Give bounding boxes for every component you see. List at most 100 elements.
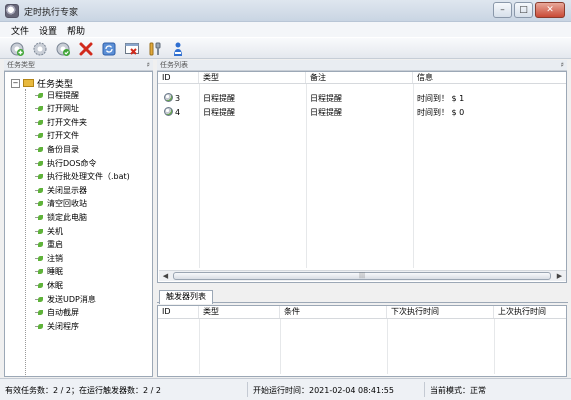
tree-item[interactable]: 注销 [35, 252, 63, 264]
edit-task-button[interactable] [30, 40, 50, 58]
scroll-thumb[interactable]: ||| [173, 272, 551, 280]
column-type[interactable]: 类型 [199, 72, 306, 83]
leaf-icon [35, 187, 44, 194]
tab-trigger-list[interactable]: 触发器列表 [159, 290, 213, 304]
column-info[interactable]: 信息 [413, 72, 566, 83]
column-divider [280, 319, 281, 374]
pin-icon[interactable]: ♯ [147, 60, 150, 71]
column-note[interactable]: 备注 [306, 72, 413, 83]
column-last-run[interactable]: 上次执行时间 [494, 306, 566, 318]
menu-settings[interactable]: 设置 [34, 22, 62, 37]
delete-task-button[interactable] [76, 40, 96, 58]
enable-task-button[interactable] [53, 40, 73, 58]
task-list-panel-header: 任务列表 ♯ [157, 60, 567, 71]
info-person-icon [174, 42, 182, 56]
cell-info: 时间到！ $ 0 [417, 108, 465, 117]
column-divider [387, 319, 388, 374]
tree-item[interactable]: 睡眠 [35, 266, 63, 278]
cell-note: 日程提醒 [310, 94, 342, 103]
refresh-button[interactable] [99, 40, 119, 58]
column-divider [494, 319, 495, 374]
tree-item[interactable]: 打开文件夹 [35, 116, 87, 128]
tree-item[interactable]: 打开网址 [35, 103, 79, 115]
tree-item[interactable]: 备份目录 [35, 143, 79, 155]
leaf-icon [35, 296, 44, 303]
status-bar: 有效任务数：2 / 2；在运行触发器数：2 / 2 开始运行时间：2021-02… [0, 378, 571, 400]
tools-button[interactable] [145, 40, 165, 58]
task-list-grid[interactable]: ID 类型 备注 信息 3 日程提醒 日程提醒 时间到！ $ 1 4 日程提醒 … [157, 71, 567, 283]
tree-item[interactable]: 自动截屏 [35, 307, 79, 319]
gear-plus-icon [10, 42, 24, 56]
tree-item[interactable]: 执行批处理文件（.bat) [35, 171, 130, 183]
tree-item-label: 执行批处理文件（.bat) [47, 172, 130, 182]
gear-icon [33, 42, 47, 56]
leaf-icon [35, 309, 44, 316]
column-divider [199, 319, 200, 374]
collapse-icon[interactable]: − [11, 78, 20, 88]
tree-item-label: 睡眠 [47, 267, 63, 277]
scroll-grip: ||| [358, 272, 366, 279]
leaf-icon [35, 214, 44, 221]
column-id[interactable]: ID [158, 72, 199, 83]
window-controls: – □ ✕ [493, 2, 565, 18]
task-list-panel: 任务列表 ♯ ID 类型 备注 信息 3 日程提醒 日程提醒 时间到！ $ 1 … [157, 60, 568, 284]
column-id[interactable]: ID [158, 306, 199, 318]
leaf-icon [35, 268, 44, 275]
pin-icon[interactable]: ♯ [561, 60, 564, 71]
column-condition[interactable]: 条件 [280, 306, 387, 318]
tree-item[interactable]: 打开文件 [35, 130, 79, 142]
cell-type: 日程提醒 [203, 108, 235, 117]
task-type-panel: 任务类型 ♯ − 任务类型 日程提醒打开网址打开文件夹打开文件备份目录执行DOS… [4, 60, 154, 391]
cell-type: 日程提醒 [203, 94, 235, 103]
leaf-icon [35, 323, 44, 330]
tree-item[interactable]: 休眠 [35, 279, 63, 291]
tree-item-label: 注销 [47, 253, 63, 263]
close-button[interactable]: ✕ [535, 2, 565, 18]
column-type[interactable]: 类型 [199, 306, 280, 318]
tree-item[interactable]: 日程提醒 [35, 89, 79, 101]
tree-item[interactable]: 发送UDP消息 [35, 293, 96, 305]
tree-item[interactable]: 重启 [35, 239, 63, 251]
leaf-icon [35, 255, 44, 262]
trigger-list-grid[interactable]: ID 类型 条件 下次执行时间 上次执行时间 [157, 305, 567, 377]
tree-item-label: 打开文件夹 [47, 117, 87, 127]
tree-item[interactable]: 清空回收站 [35, 198, 87, 210]
close-window-button[interactable] [122, 40, 142, 58]
cell-info: 时间到！ $ 1 [417, 94, 465, 103]
tree-item[interactable]: 关机 [35, 225, 63, 237]
tree-connector [25, 89, 26, 391]
trigger-list-panel: 触发器列表 ID 类型 条件 下次执行时间 上次执行时间 [157, 288, 568, 378]
status-divider [424, 382, 425, 397]
minimize-button[interactable]: – [493, 2, 512, 18]
add-task-button[interactable] [7, 40, 27, 58]
menu-help[interactable]: 帮助 [62, 22, 90, 37]
task-type-tree[interactable]: − 任务类型 日程提醒打开网址打开文件夹打开文件备份目录执行DOS命令执行批处理… [4, 71, 153, 391]
tree-item-label: 发送UDP消息 [47, 294, 96, 304]
panel-title: 任务类型 [7, 61, 35, 69]
status-start-time: 开始运行时间：2021-02-04 08:41:55 [253, 386, 394, 395]
column-next-run[interactable]: 下次执行时间 [387, 306, 494, 318]
leaf-icon [35, 146, 44, 153]
task-list-header: ID 类型 备注 信息 [158, 72, 566, 84]
maximize-button[interactable]: □ [514, 2, 533, 18]
menu-bar: 文件 设置 帮助 [0, 22, 571, 37]
menu-file[interactable]: 文件 [6, 22, 34, 37]
tree-root-label: 任务类型 [37, 79, 74, 90]
tree-item[interactable]: 执行DOS命令 [35, 157, 97, 169]
tree-item[interactable]: 关闭程序 [35, 320, 79, 332]
table-row[interactable]: 4 日程提醒 日程提醒 时间到！ $ 0 [158, 106, 566, 120]
tools-icon [149, 42, 161, 56]
tree-root[interactable]: − 任务类型 [11, 77, 74, 90]
tree-item-label: 自动截屏 [47, 308, 79, 318]
about-button[interactable] [168, 40, 188, 58]
gear-check-icon [56, 42, 70, 56]
tree-item[interactable]: 关闭显示器 [35, 184, 87, 196]
horizontal-scrollbar[interactable]: ◀ ||| ▶ [159, 270, 566, 281]
tree-item[interactable]: 锁定此电脑 [35, 211, 87, 223]
panel-title: 任务列表 [160, 61, 188, 69]
scroll-right-icon[interactable]: ▶ [554, 272, 565, 281]
table-row[interactable]: 3 日程提醒 日程提醒 时间到！ $ 1 [158, 92, 566, 106]
scroll-left-icon[interactable]: ◀ [160, 272, 171, 281]
task-status-icon [164, 107, 173, 116]
tree-item-label: 备份目录 [47, 144, 79, 154]
